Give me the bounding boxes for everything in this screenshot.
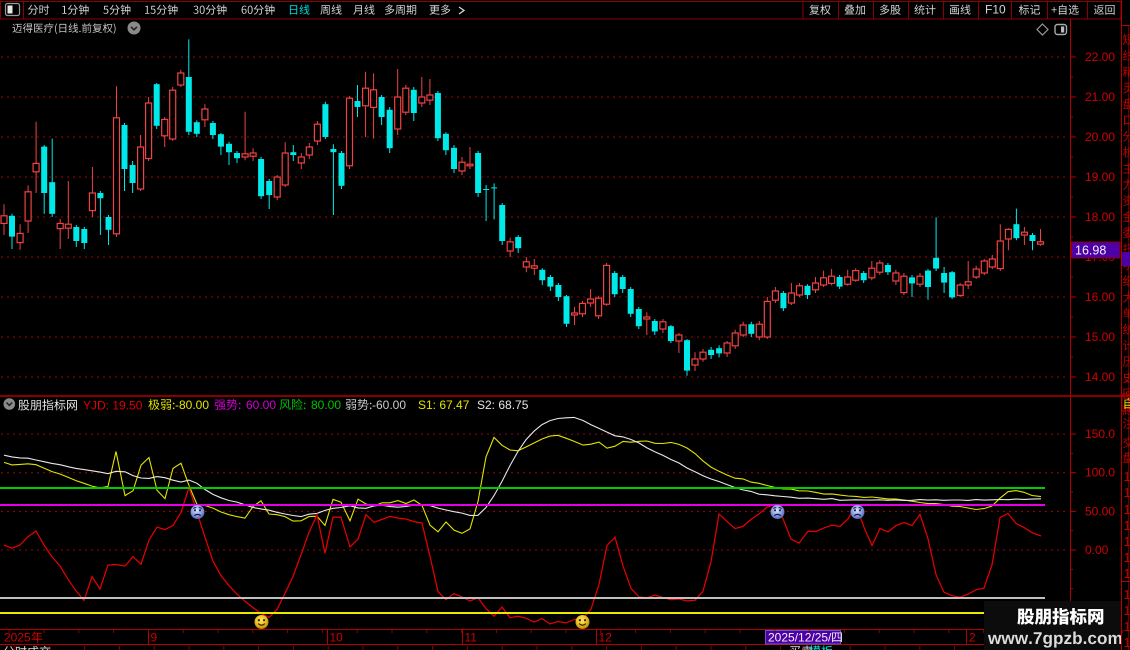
svg-text:1: 1	[1124, 485, 1130, 500]
svg-text:50.00: 50.00	[1085, 504, 1115, 518]
svg-text:S2: 68.75: S2: 68.75	[477, 398, 529, 412]
svg-text:22.00: 22.00	[1085, 50, 1115, 64]
svg-text:2025/12/25/: 2025/12/25/	[768, 631, 832, 645]
svg-text:15.00: 15.00	[1085, 330, 1115, 344]
svg-text:2025: 2025	[4, 631, 31, 645]
svg-text:-80.00: -80.00	[175, 398, 209, 412]
svg-text:100.0: 100.0	[1085, 466, 1115, 480]
svg-text:80.00: 80.00	[311, 398, 341, 412]
svg-text:F10: F10	[985, 3, 1006, 17]
svg-text:0.00: 0.00	[1085, 543, 1109, 557]
svg-text:14.00: 14.00	[1085, 370, 1115, 384]
svg-text:18.00: 18.00	[1085, 210, 1115, 224]
svg-text:1: 1	[1124, 635, 1130, 650]
svg-text:1: 1	[1124, 550, 1130, 565]
svg-text:16.00: 16.00	[1085, 290, 1115, 304]
svg-text:1: 1	[1124, 603, 1130, 618]
svg-text:150.0: 150.0	[1085, 427, 1115, 441]
svg-text:10: 10	[330, 631, 344, 645]
svg-text:1: 1	[1124, 566, 1130, 581]
svg-text:2: 2	[969, 631, 976, 645]
svg-text:YJD: 19.50: YJD: 19.50	[83, 399, 143, 413]
svg-text:19.00: 19.00	[1085, 170, 1115, 184]
svg-text:-60.00: -60.00	[372, 398, 406, 412]
svg-text:S1: 67.47: S1: 67.47	[418, 398, 470, 412]
svg-text:1: 1	[1124, 534, 1130, 549]
svg-text:1: 1	[1124, 518, 1130, 533]
svg-text:60.00: 60.00	[246, 398, 276, 412]
svg-text:20.00: 20.00	[1085, 130, 1115, 144]
svg-text:16.98: 16.98	[1075, 244, 1106, 258]
svg-text:1: 1	[1124, 502, 1130, 517]
svg-text:1: 1	[1124, 587, 1130, 602]
svg-text:21.00: 21.00	[1085, 90, 1115, 104]
svg-text:11: 11	[465, 631, 478, 645]
svg-text:9: 9	[151, 631, 158, 645]
svg-text:1: 1	[1124, 469, 1130, 484]
svg-text:1: 1	[1124, 619, 1130, 634]
